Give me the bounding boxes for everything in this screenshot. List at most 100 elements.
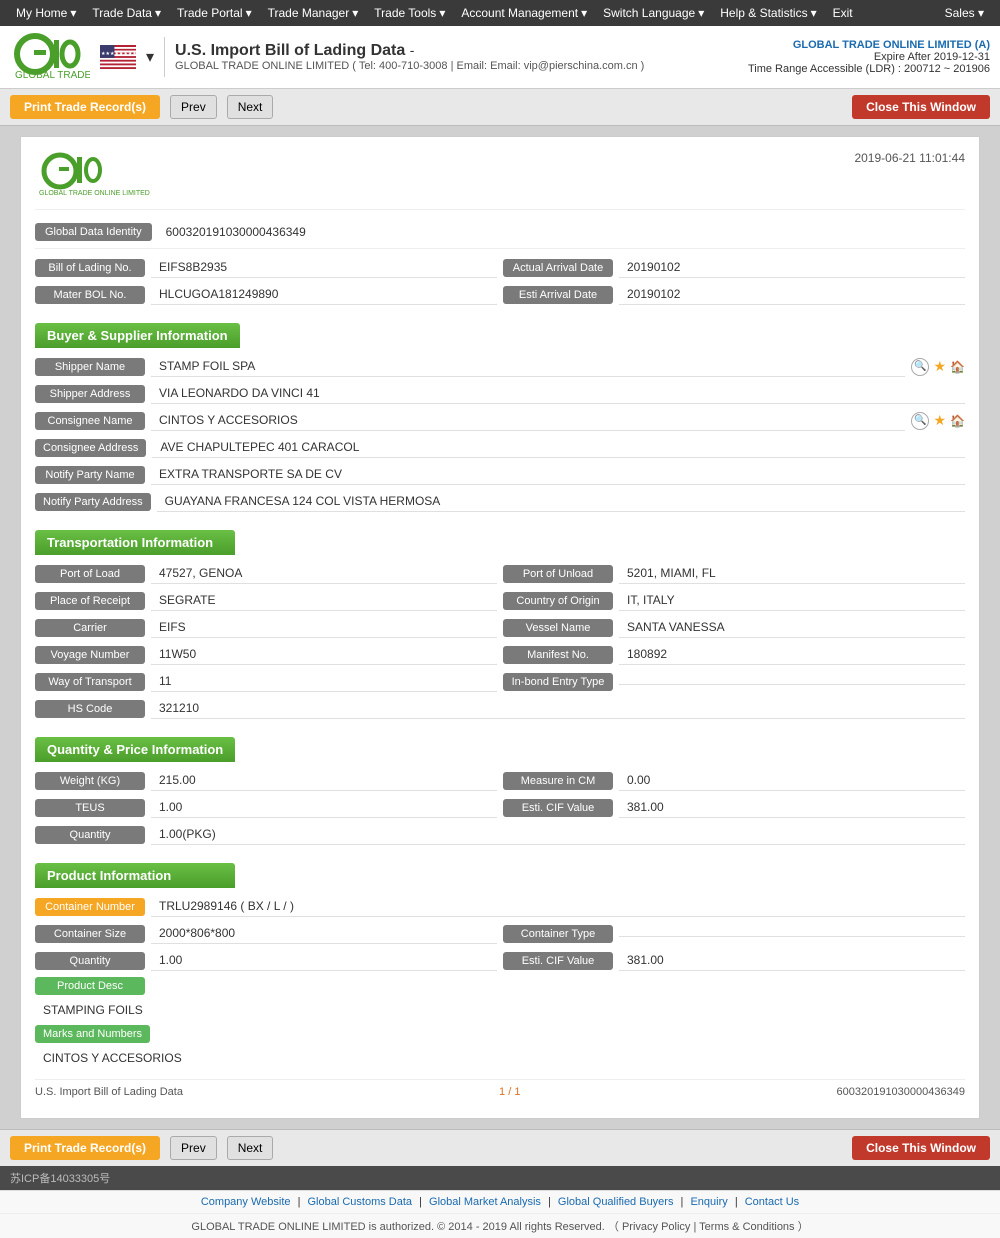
next-button-bottom[interactable]: Next [227, 1136, 274, 1160]
svg-text:GLOBAL TRADE ONLINE LIMITED: GLOBAL TRADE ONLINE LIMITED [39, 190, 150, 197]
port-of-unload-value: 5201, MIAMI, FL [619, 563, 965, 584]
voyage-number-col: Voyage Number 11W50 [35, 644, 497, 665]
way-inbond-row: Way of Transport 11 In-bond Entry Type [35, 671, 965, 692]
country-of-origin-value: IT, ITALY [619, 590, 965, 611]
title-area: U.S. Import Bill of Lading Data - GLOBAL… [175, 42, 738, 72]
account-company-link[interactable]: GLOBAL TRADE ONLINE LIMITED (A) [748, 39, 990, 51]
bol-row: Bill of Lading No. EIFS8B2935 Actual Arr… [35, 257, 965, 278]
consignee-search-icon[interactable]: 🔍 [911, 412, 929, 430]
measure-col: Measure in CM 0.00 [503, 770, 965, 791]
product-desc-value: STAMPING FOILS [35, 999, 965, 1021]
nav-trade-manager[interactable]: Trade Manager ▾ [260, 2, 367, 24]
country-of-origin-label: Country of Origin [503, 592, 613, 610]
hs-code-value: 321210 [151, 698, 965, 719]
shipper-home-icon[interactable]: 🏠 [950, 360, 965, 374]
nav-trade-portal[interactable]: Trade Portal ▾ [169, 2, 260, 24]
notify-party-address-value: GUAYANA FRANCESA 124 COL VISTA HERMOSA [157, 491, 965, 512]
svg-text:GLOBAL TRADE ONLINE LIMITED: GLOBAL TRADE ONLINE LIMITED [15, 70, 90, 81]
consignee-name-row: Consignee Name CINTOS Y ACCESORIOS 🔍 ★ 🏠 [35, 410, 965, 431]
consignee-home-icon[interactable]: 🏠 [950, 414, 965, 428]
hs-code-row: HS Code 321210 [35, 698, 965, 719]
consignee-address-row: Consignee Address AVE CHAPULTEPEC 401 CA… [35, 437, 965, 458]
container-number-value: TRLU2989146 ( BX / L / ) [151, 896, 965, 917]
vessel-name-label: Vessel Name [503, 619, 613, 637]
esti-cif-value: 381.00 [619, 797, 965, 818]
actual-arrival-col: Actual Arrival Date 20190102 [503, 257, 965, 278]
notify-party-name-label: Notify Party Name [35, 466, 145, 484]
nav-switch-language[interactable]: Switch Language ▾ [595, 2, 712, 24]
nav-sales[interactable]: Sales ▾ [937, 2, 992, 24]
esti-arrival-col: Esti Arrival Date 20190102 [503, 284, 965, 305]
marks-numbers-label: Marks and Numbers [35, 1025, 150, 1043]
mater-bol-value: HLCUGOA181249890 [151, 284, 497, 305]
teus-col: TEUS 1.00 [35, 797, 497, 818]
page-indicator: 1 / 1 [499, 1086, 520, 1098]
nav-trade-data[interactable]: Trade Data ▾ [84, 2, 169, 24]
account-info: GLOBAL TRADE ONLINE LIMITED (A) Expire A… [748, 39, 990, 75]
port-load-unload-row: Port of Load 47527, GENOA Port of Unload… [35, 563, 965, 584]
shipper-search-icon[interactable]: 🔍 [911, 358, 929, 376]
close-button-bottom[interactable]: Close This Window [852, 1136, 990, 1160]
expire-date: Expire After 2019-12-31 [748, 51, 990, 63]
record-type-label: U.S. Import Bill of Lading Data [35, 1086, 183, 1098]
esti-arrival-label: Esti Arrival Date [503, 286, 613, 304]
footer-link-contact[interactable]: Contact Us [745, 1196, 799, 1208]
close-button-top[interactable]: Close This Window [852, 95, 990, 119]
footer-link-buyers[interactable]: Global Qualified Buyers [558, 1196, 674, 1208]
place-country-row: Place of Receipt SEGRATE Country of Orig… [35, 590, 965, 611]
container-size-label: Container Size [35, 925, 145, 943]
next-button-top[interactable]: Next [227, 95, 274, 119]
nav-account-management[interactable]: Account Management ▾ [453, 2, 595, 24]
product-cif-label: Esti. CIF Value [503, 952, 613, 970]
global-data-identity-row: Global Data Identity 6003201910300004363… [35, 222, 965, 249]
shipper-name-label: Shipper Name [35, 358, 145, 376]
place-of-receipt-value: SEGRATE [151, 590, 497, 611]
quantity-row: Quantity 1.00(PKG) [35, 824, 965, 845]
nav-my-home[interactable]: My Home ▾ [8, 2, 84, 24]
buyer-supplier-section-header: Buyer & Supplier Information [35, 323, 240, 348]
print-button-top[interactable]: Print Trade Record(s) [10, 95, 160, 119]
measure-label: Measure in CM [503, 772, 613, 790]
footer-link-customs[interactable]: Global Customs Data [308, 1196, 413, 1208]
product-cif-col: Esti. CIF Value 381.00 [503, 950, 965, 971]
port-of-load-value: 47527, GENOA [151, 563, 497, 584]
voyage-number-label: Voyage Number [35, 646, 145, 664]
shipper-address-label: Shipper Address [35, 385, 145, 403]
shipper-star-icon[interactable]: ★ [933, 358, 946, 375]
hs-code-label: HS Code [35, 700, 145, 718]
port-of-unload-label: Port of Unload [503, 565, 613, 583]
print-button-bottom[interactable]: Print Trade Record(s) [10, 1136, 160, 1160]
shipper-name-row: Shipper Name STAMP FOIL SPA 🔍 ★ 🏠 [35, 356, 965, 377]
container-size-type-row: Container Size 2000*806*800 Container Ty… [35, 923, 965, 944]
pagination-record-id: 600320191030000436349 [837, 1086, 965, 1098]
consignee-star-icon[interactable]: ★ [933, 412, 946, 429]
actual-arrival-value: 20190102 [619, 257, 965, 278]
in-bond-entry-label: In-bond Entry Type [503, 673, 613, 691]
nav-help-statistics[interactable]: Help & Statistics ▾ [712, 2, 824, 24]
manifest-no-value: 180892 [619, 644, 965, 665]
bol-no-label: Bill of Lading No. [35, 259, 145, 277]
place-of-receipt-label: Place of Receipt [35, 592, 145, 610]
global-data-identity-value: 600320191030000436349 [158, 222, 314, 242]
nav-exit[interactable]: Exit [825, 2, 861, 24]
mater-bol-label: Mater BOL No. [35, 286, 145, 304]
way-of-transport-label: Way of Transport [35, 673, 145, 691]
esti-cif-col: Esti. CIF Value 381.00 [503, 797, 965, 818]
quantity-label: Quantity [35, 826, 145, 844]
footer-links-bar: Company Website | Global Customs Data | … [0, 1190, 1000, 1213]
shipper-name-value: STAMP FOIL SPA [151, 356, 905, 377]
mater-bol-col: Mater BOL No. HLCUGOA181249890 [35, 284, 497, 305]
footer-link-company[interactable]: Company Website [201, 1196, 291, 1208]
prev-button-top[interactable]: Prev [170, 95, 217, 119]
prev-button-bottom[interactable]: Prev [170, 1136, 217, 1160]
product-cif-value: 381.00 [619, 950, 965, 971]
transportation-section-header: Transportation Information [35, 530, 235, 555]
actual-arrival-label: Actual Arrival Date [503, 259, 613, 277]
country-of-origin-col: Country of Origin IT, ITALY [503, 590, 965, 611]
container-size-col: Container Size 2000*806*800 [35, 923, 497, 944]
teus-label: TEUS [35, 799, 145, 817]
vessel-name-col: Vessel Name SANTA VANESSA [503, 617, 965, 638]
nav-trade-tools[interactable]: Trade Tools ▾ [366, 2, 453, 24]
footer-link-market[interactable]: Global Market Analysis [429, 1196, 541, 1208]
footer-link-enquiry[interactable]: Enquiry [690, 1196, 727, 1208]
